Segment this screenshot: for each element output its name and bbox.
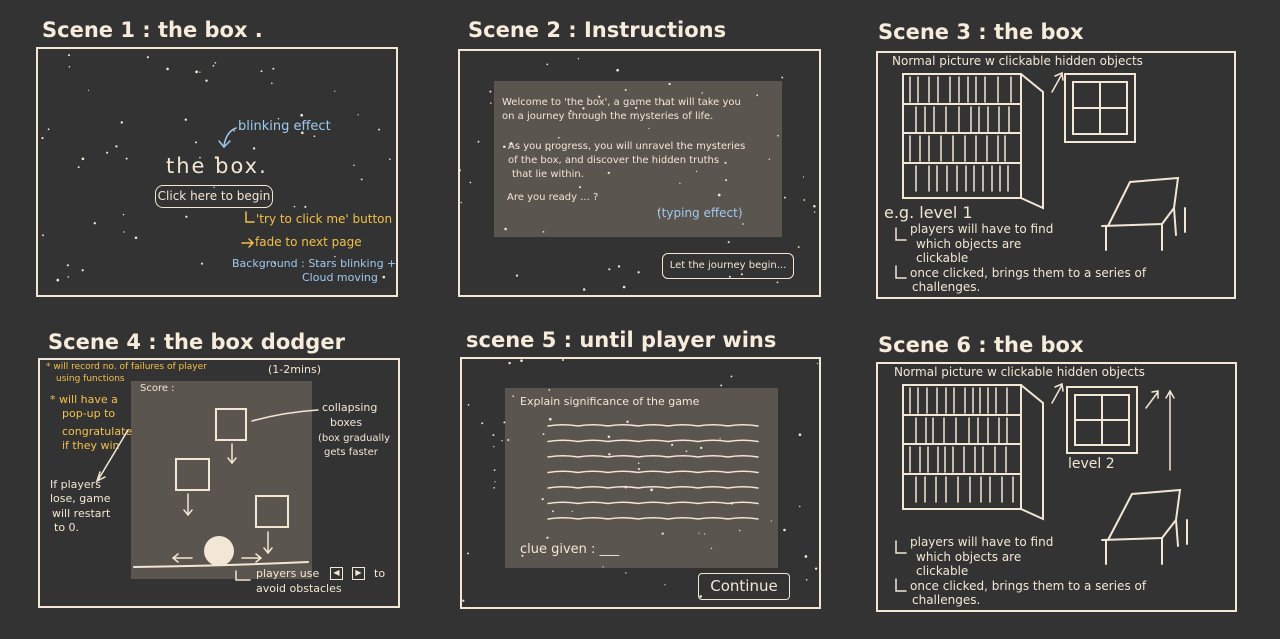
scene2-typing-note: (typing effect) (657, 206, 743, 220)
scene5-explain: Explain significance of the game (520, 395, 700, 408)
scene5-panel (505, 388, 778, 568)
scene5-clue: clue given : ___ (520, 542, 620, 557)
scene6-note2-line1: once clicked, brings them to a series of (910, 579, 1147, 593)
scene4-note-b-line3: congratulate (62, 425, 133, 438)
scene4-collapse-line2: boxes (330, 416, 363, 429)
scene2-para1-line1: Welcome to 'the box', a game that will t… (502, 97, 741, 108)
scene1-blink-note: blinking effect (238, 119, 331, 134)
scene6-caption: Normal picture w clickable hidden object… (894, 365, 1145, 379)
scene3-note2-line2: challenges. (912, 280, 981, 294)
scene4-score-label: Score : (140, 383, 175, 394)
scene5-title: scene 5 : until player wins (466, 328, 777, 352)
scene3-note1-line1: players will have to find (910, 222, 1054, 236)
scene4-note-c-line2: lose, game (50, 492, 111, 505)
scene4-collapse-line3: (box gradually (318, 433, 391, 444)
scene4-note-c-line1: If players (50, 478, 101, 491)
scene2-para3: Are you ready ... ? (507, 192, 599, 203)
scene3-note1-line3: clickable (916, 251, 969, 265)
scene1-bg-note-2: Cloud moving (302, 271, 378, 284)
scene1-title: Scene 1 : the box . (42, 18, 263, 42)
scene6-note2-line2: challenges. (912, 593, 981, 607)
scene6-note1-line2: which objects are (916, 550, 1022, 564)
scene4-note-c-line3: will restart (52, 507, 111, 520)
scene4-note-c-line4: to 0. (54, 521, 80, 534)
scene4-duration: (1-2mins) (268, 363, 322, 376)
scene2-para2-line3: that lie within. (512, 169, 584, 180)
scene1-bg-note-1: Background : Stars blinking + (232, 257, 397, 270)
scene4-controls-line1: players use (256, 567, 320, 580)
scene2-journey-button[interactable]: Let the journey begin... (662, 253, 794, 279)
scene6-title: Scene 6 : the box (878, 333, 1084, 357)
scene2-para1-line2: on a journey through the mysteries of li… (502, 111, 714, 122)
scene4-title: Scene 4 : the box dodger (48, 330, 345, 354)
scene4-controls-to: to (374, 567, 386, 580)
scene6-note1-line1: players will have to find (910, 535, 1054, 549)
scene4-note-b-line4: if they win (62, 439, 120, 452)
scene4-note-b-line1: * will have a (50, 393, 118, 406)
scene1-note-button: 'try to click me' button (256, 212, 393, 226)
scene1-heading: the box. (166, 154, 268, 178)
right-arrow-key-icon: ▶ (352, 567, 365, 580)
scene4-note-a-line2: using functions (56, 374, 125, 384)
left-arrow-key-icon: ◀ (330, 567, 343, 580)
scene3-level: e.g. level 1 (884, 203, 973, 222)
scene3-title: Scene 3 : the box (878, 20, 1084, 44)
scene5-continue-button[interactable]: Continue (698, 573, 790, 600)
scene4-controls-line2: avoid obstacles (256, 582, 342, 595)
scene6-level: level 2 (1068, 456, 1115, 472)
scene6-note1-line3: clickable (916, 564, 969, 578)
scene1-note-fade: fade to next page (255, 235, 362, 249)
scene3-note2-line1: once clicked, brings them to a series of (910, 266, 1147, 280)
scene1-begin-button[interactable]: Click here to begin (155, 185, 273, 208)
scene2-title: Scene 2 : Instructions (468, 18, 727, 42)
scene4-note-a-line1: * will record no. of failures of player (46, 362, 207, 372)
scene3-note1-line2: which objects are (916, 237, 1022, 251)
scene4-collapse-line1: collapsing (322, 401, 378, 414)
scene4-note-b-line2: pop-up to (62, 407, 116, 420)
scene3-caption: Normal picture w clickable hidden object… (892, 54, 1143, 68)
scene4-collapse-line4: gets faster (324, 447, 378, 458)
scene2-para2-line1: As you progress, you will unravel the my… (508, 141, 746, 152)
scene4-game-panel (131, 381, 312, 579)
scene2-para2-line2: of the box, and discover the hidden trut… (508, 155, 720, 166)
